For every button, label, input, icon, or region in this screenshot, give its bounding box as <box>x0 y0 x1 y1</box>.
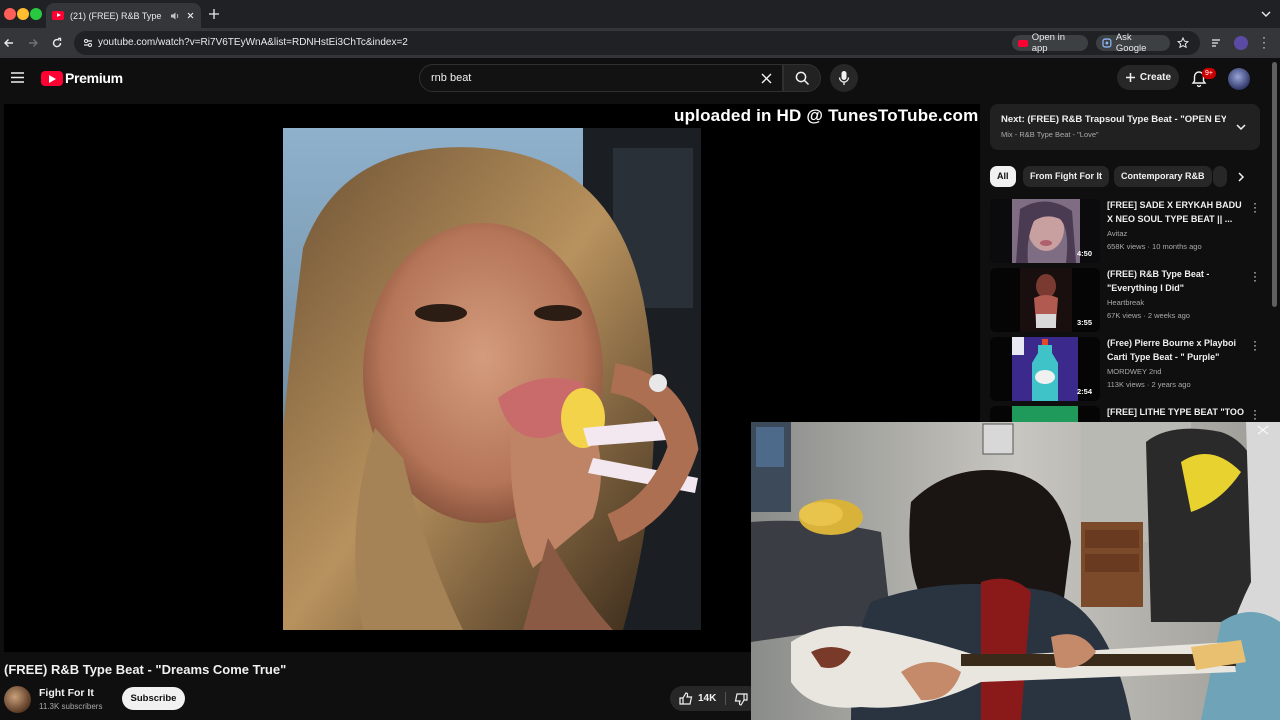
google-lens-icon <box>1102 38 1112 48</box>
site-settings-icon[interactable] <box>82 37 94 49</box>
recommendation-title[interactable]: [FREE] LITHE TYPE BEAT "TOO <box>1107 406 1245 420</box>
up-next-title[interactable]: Next: (FREE) R&B Trapsoul Type Beat - "O… <box>1001 114 1226 125</box>
chip-from-channel[interactable]: From Fight For It <box>1023 166 1109 187</box>
ask-google-button[interactable]: Ask Google <box>1096 32 1170 54</box>
like-divider <box>725 692 726 705</box>
more-options-icon[interactable]: · · · <box>1253 335 1257 355</box>
speaker-icon[interactable] <box>170 11 180 21</box>
chip-all[interactable]: All <box>990 166 1016 187</box>
channel-name[interactable]: Fight For It <box>39 687 94 699</box>
plus-icon <box>1125 73 1135 82</box>
recommendation-item[interactable]: 2:54 (Free) Pierre Bourne x Playboi Cart… <box>990 335 1260 403</box>
video-duration: 4:50 <box>1076 249 1092 258</box>
open-in-app-button[interactable]: Open in app <box>1012 32 1088 54</box>
account-avatar[interactable] <box>1228 68 1250 90</box>
recommendation-meta: 658K views · 10 months ago <box>1107 242 1202 251</box>
browser-menu-icon[interactable]: · · · <box>1262 31 1266 53</box>
more-options-icon[interactable]: · · · <box>1253 406 1257 422</box>
profile-avatar[interactable] <box>1234 36 1248 50</box>
subscriber-count: 11.3K subscribers <box>39 702 103 711</box>
microphone-icon <box>838 71 850 85</box>
like-dislike-group: 14K <box>670 686 760 711</box>
up-next-card[interactable]: Next: (FREE) R&B Trapsoul Type Beat - "O… <box>990 104 1260 150</box>
more-options-icon[interactable]: · · · <box>1253 197 1257 217</box>
recommendation-title[interactable]: (FREE) R&B Type Beat - "Everything I Did… <box>1107 268 1245 295</box>
voice-search-button[interactable] <box>830 64 858 92</box>
like-count[interactable]: 14K <box>698 693 716 704</box>
recommendation-title[interactable]: (Free) Pierre Bourne x Playboi Carti Typ… <box>1107 337 1245 364</box>
recommendation-item[interactable]: [FREE] LITHE TYPE BEAT "TOO · · · <box>990 406 1260 422</box>
open-in-app-label: Open in app <box>1031 32 1065 54</box>
chip-contemporary-rnb[interactable]: Contemporary R&B <box>1114 166 1212 187</box>
youtube-header: Premium rnb beat Create 9+ <box>0 58 1280 102</box>
recommendation-meta: 67K views · 2 weeks ago <box>1107 311 1190 320</box>
uploader-watermark: uploaded in HD @ TunesToTube.com <box>674 106 979 125</box>
url-text[interactable]: youtube.com/watch?v=Ri7V6TEyWnA&list=RDN… <box>98 37 408 48</box>
notification-count-badge: 9+ <box>1202 68 1216 79</box>
minimize-window-button[interactable] <box>17 8 29 20</box>
album-cover-image <box>283 128 701 630</box>
create-label: Create <box>1139 72 1172 83</box>
search-query[interactable]: rnb beat <box>431 72 471 84</box>
chip-overflow[interactable] <box>1213 166 1227 187</box>
youtube-favicon <box>52 11 64 20</box>
overlay-corner-glyph <box>1257 425 1269 435</box>
more-options-icon[interactable]: · · · <box>1253 266 1257 286</box>
video-thumbnail[interactable]: 4:50 <box>990 199 1100 263</box>
video-title: (FREE) R&B Type Beat - "Dreams Come True… <box>4 662 287 677</box>
search-icon <box>795 71 810 86</box>
recommendation-item[interactable]: 4:50 [FREE] SADE X ERYKAH BADU X NEO SOU… <box>990 197 1260 265</box>
tab-search-chevron-icon[interactable] <box>1260 9 1272 19</box>
browser-tab[interactable]: (21) (FREE) R&B Type Be <box>46 3 201 28</box>
thumbs-up-icon[interactable] <box>679 692 693 705</box>
video-thumbnail[interactable]: 2:54 <box>990 337 1100 401</box>
recommendation-channel[interactable]: Avitaz <box>1107 229 1127 238</box>
reload-icon[interactable] <box>51 37 63 49</box>
page-scrollbar-thumb[interactable] <box>1272 62 1277 307</box>
back-arrow-icon[interactable] <box>3 37 15 49</box>
premium-logo-text[interactable]: Premium <box>65 70 123 86</box>
youtube-logo-icon[interactable] <box>41 71 63 86</box>
close-window-button[interactable] <box>4 8 16 20</box>
search-input[interactable]: rnb beat <box>419 64 783 92</box>
search-button[interactable] <box>783 64 821 92</box>
bookmark-star-icon[interactable] <box>1177 37 1189 49</box>
recommendation-title[interactable]: [FREE] SADE X ERYKAH BADU X NEO SOUL TYP… <box>1107 199 1245 226</box>
video-duration: 2:54 <box>1076 387 1092 396</box>
hamburger-menu-icon[interactable] <box>11 72 24 83</box>
reading-list-icon[interactable] <box>1211 37 1223 49</box>
recommendation-item[interactable]: 3:55 (FREE) R&B Type Beat - "Everything … <box>990 266 1260 334</box>
chevron-down-icon[interactable] <box>1235 122 1247 132</box>
up-next-subtitle: Mix - R&B Type Beat - "Love" <box>1001 130 1099 139</box>
subscribe-button[interactable]: Subscribe <box>122 687 185 710</box>
recommendation-channel[interactable]: Heartbreak <box>1107 298 1144 307</box>
thumbs-down-icon[interactable] <box>734 693 748 706</box>
browser-tab-bar: (21) (FREE) R&B Type Be <box>0 0 1280 28</box>
clear-search-icon[interactable] <box>761 73 772 84</box>
address-bar[interactable]: youtube.com/watch?v=Ri7V6TEyWnA&list=RDN… <box>74 31 1200 55</box>
ask-google-label: Ask Google <box>1115 32 1147 54</box>
video-thumbnail[interactable] <box>990 406 1100 422</box>
recommendation-channel[interactable]: MORDWEY 2nd <box>1107 367 1161 376</box>
tab-title: (21) (FREE) R&B Type Be <box>70 10 164 21</box>
create-button[interactable]: Create <box>1117 65 1179 90</box>
browser-toolbar: youtube.com/watch?v=Ri7V6TEyWnA&list=RDN… <box>0 28 1280 58</box>
new-tab-icon[interactable] <box>208 8 220 20</box>
forward-arrow-icon[interactable] <box>27 37 39 49</box>
video-duration: 3:55 <box>1076 318 1092 327</box>
recommendation-meta: 113K views · 2 years ago <box>1107 380 1191 389</box>
youtube-app-icon <box>1018 39 1028 47</box>
close-tab-icon[interactable] <box>186 11 195 20</box>
video-thumbnail[interactable]: 3:55 <box>990 268 1100 332</box>
chevron-right-icon[interactable] <box>1236 171 1246 183</box>
maximize-window-button[interactable] <box>30 8 42 20</box>
channel-avatar[interactable] <box>4 686 31 713</box>
webcam-overlay <box>751 422 1280 720</box>
